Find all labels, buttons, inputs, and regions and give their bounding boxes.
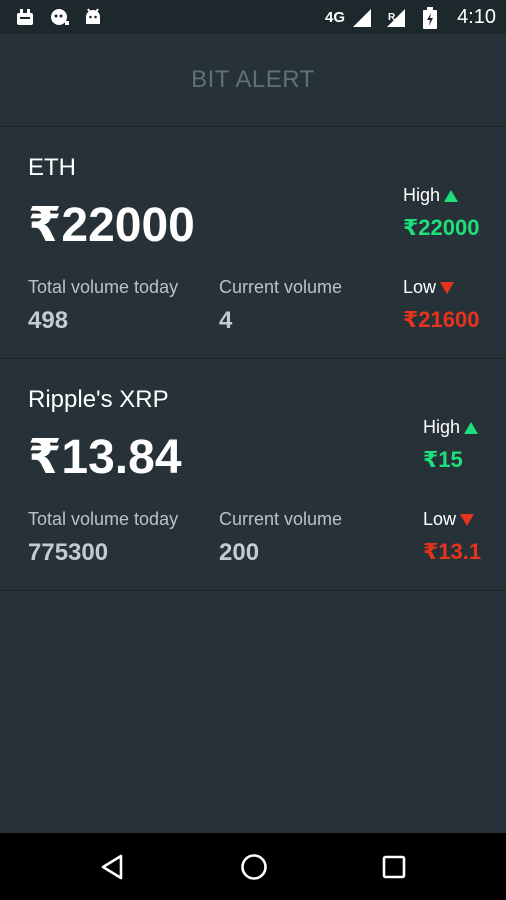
low-value: ₹21600	[403, 307, 480, 332]
coin-name: ETH	[28, 154, 76, 181]
notification-app-icon	[12, 6, 38, 28]
low-label: Low	[423, 509, 475, 530]
down-arrow-icon	[440, 281, 455, 294]
high-value: ₹15	[423, 447, 463, 472]
back-button[interactable]	[97, 851, 129, 883]
app-title: BIT ALERT	[191, 66, 315, 93]
current-volume-label: Current volume	[219, 277, 343, 297]
current-volume-value: 200	[219, 539, 260, 566]
coin-list: ETH ₹22000 High ₹22000 Total volume toda…	[0, 127, 506, 591]
up-arrow-icon	[444, 189, 459, 202]
high-label: High	[403, 185, 459, 206]
battery-icon	[417, 6, 443, 29]
total-volume-label: Total volume today	[28, 509, 179, 529]
app-bar: BIT ALERT	[0, 34, 506, 127]
total-volume-value: 498	[28, 307, 69, 334]
coin-card-eth[interactable]: ETH ₹22000 High ₹22000 Total volume toda…	[0, 127, 506, 359]
coin-price: ₹22000	[28, 199, 195, 252]
high-label-text: High	[403, 185, 441, 205]
total-volume-label: Total volume today	[28, 277, 179, 297]
low-label: Low	[403, 277, 455, 298]
low-label-text: Low	[403, 277, 437, 297]
signal-icon	[349, 7, 375, 29]
network-type-label: 4G	[325, 9, 346, 26]
home-button[interactable]	[238, 851, 270, 883]
high-label-text: High	[423, 417, 461, 437]
signal-no-data-icon: R	[383, 7, 409, 29]
current-volume-label: Current volume	[219, 509, 343, 529]
navigation-bar	[0, 833, 506, 900]
notification-chat-icon	[46, 6, 72, 28]
current-volume-value: 4	[219, 307, 233, 334]
up-arrow-icon	[464, 421, 479, 434]
home-icon	[241, 854, 267, 880]
coin-card-xrp[interactable]: Ripple's XRP ₹13.84 High ₹15 Total volum…	[0, 359, 506, 591]
recents-icon	[382, 855, 406, 879]
coin-price: ₹13.84	[28, 431, 182, 484]
recents-button[interactable]	[378, 851, 410, 883]
back-icon	[101, 854, 123, 880]
total-volume-value: 775300	[28, 539, 109, 566]
low-label-text: Low	[423, 509, 457, 529]
android-icon	[80, 6, 106, 28]
status-bar: 4G R 4:10	[0, 0, 506, 34]
high-label: High	[423, 417, 479, 438]
svg-text:R: R	[388, 12, 396, 23]
clock: 4:10	[457, 6, 496, 28]
low-value: ₹13.1	[423, 539, 482, 564]
down-arrow-icon	[460, 513, 475, 526]
high-value: ₹22000	[403, 215, 480, 240]
coin-name: Ripple's XRP	[28, 386, 169, 413]
